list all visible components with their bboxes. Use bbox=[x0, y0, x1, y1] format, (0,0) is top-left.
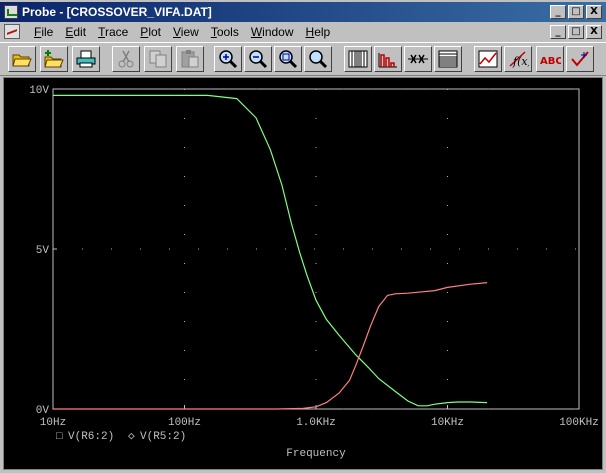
x-tick-label: 100KHz bbox=[559, 417, 599, 429]
add-trace-button[interactable] bbox=[474, 46, 502, 72]
printer-icon bbox=[76, 50, 96, 68]
log-y-icon bbox=[438, 50, 458, 68]
series-line-1 bbox=[53, 94, 488, 407]
window-title: Probe - [CROSSOVER_VIFA.DAT] bbox=[22, 5, 212, 19]
zoom-fit-button[interactable] bbox=[304, 46, 332, 72]
zoom-out-button[interactable] bbox=[244, 46, 272, 72]
mdi-restore-button[interactable]: □ bbox=[568, 25, 584, 39]
append-folder-icon bbox=[44, 50, 64, 68]
toolbar: f(x) ABC bbox=[0, 42, 606, 76]
plot-frame bbox=[52, 88, 580, 410]
zoom-in-icon bbox=[219, 50, 238, 69]
x-tick-label: 10Hz bbox=[40, 417, 66, 429]
zoom-area-button[interactable] bbox=[274, 46, 302, 72]
menu-view[interactable]: View bbox=[167, 25, 205, 39]
x-tick-label: 10KHz bbox=[431, 417, 464, 429]
probe-app-icon[interactable] bbox=[4, 5, 18, 19]
performance-analysis-button[interactable] bbox=[404, 46, 432, 72]
menu-bar: File Edit Trace Plot View Tools Window H… bbox=[0, 22, 606, 42]
add-trace-icon bbox=[478, 50, 498, 68]
legend-marker-1: □ bbox=[56, 431, 63, 443]
clipboard-icon bbox=[181, 50, 199, 68]
eval-label: f(x) bbox=[512, 55, 529, 68]
x-tick-label: 100Hz bbox=[168, 417, 201, 429]
copy-button[interactable] bbox=[144, 46, 172, 72]
log-x-axis-button[interactable] bbox=[344, 46, 372, 72]
title-bar[interactable]: Probe - [CROSSOVER_VIFA.DAT] _ □ X bbox=[0, 2, 606, 22]
series-line-2 bbox=[53, 282, 488, 410]
label-text-button[interactable]: ABC bbox=[536, 46, 564, 72]
paste-button[interactable] bbox=[176, 46, 204, 72]
legend-label-2: V(R5:2) bbox=[140, 431, 186, 443]
cut-button[interactable] bbox=[112, 46, 140, 72]
mark-label-button[interactable] bbox=[566, 46, 594, 72]
log-y-axis-button[interactable] bbox=[434, 46, 462, 72]
frequency-chart[interactable]: 10Hz 100Hz 1.0KHz 10KHz 100KHz 0V 5V 10V □ V(R6:2… bbox=[4, 78, 602, 469]
x-tick-label: 1.0KHz bbox=[296, 417, 336, 429]
legend-marker-2: ◇ bbox=[128, 431, 135, 443]
log-x-icon bbox=[348, 50, 368, 68]
fourier-button[interactable] bbox=[374, 46, 402, 72]
mdi-minimize-button[interactable]: _ bbox=[550, 25, 566, 39]
eval-goal-button[interactable]: f(x) bbox=[504, 46, 532, 72]
mark-label-icon bbox=[571, 51, 589, 67]
legend-label-1: V(R6:2) bbox=[68, 431, 114, 443]
x-axis-title: Frequency bbox=[286, 448, 346, 460]
y-tick-label: 10V bbox=[29, 85, 49, 97]
scissors-icon bbox=[118, 50, 134, 68]
menu-edit[interactable]: Edit bbox=[59, 25, 92, 39]
maximize-button[interactable]: □ bbox=[568, 5, 584, 19]
open-button[interactable] bbox=[8, 46, 36, 72]
minimize-button[interactable]: _ bbox=[550, 5, 566, 19]
menu-window[interactable]: Window bbox=[245, 25, 300, 39]
append-button[interactable] bbox=[40, 46, 68, 72]
mdi-close-button[interactable]: X bbox=[586, 25, 602, 39]
zoom-area-icon bbox=[279, 50, 298, 69]
menu-trace[interactable]: Trace bbox=[92, 25, 134, 39]
menu-file[interactable]: File bbox=[28, 25, 59, 39]
print-button[interactable] bbox=[72, 46, 100, 72]
zoom-in-button[interactable] bbox=[214, 46, 242, 72]
menu-help[interactable]: Help bbox=[300, 25, 337, 39]
probe-window: Probe - [CROSSOVER_VIFA.DAT] _ □ X File … bbox=[0, 0, 606, 473]
close-button[interactable]: X bbox=[586, 5, 602, 19]
abc-label: ABC bbox=[540, 56, 561, 67]
open-folder-icon bbox=[12, 54, 32, 67]
copy-icon bbox=[149, 50, 167, 68]
menu-tools[interactable]: Tools bbox=[205, 25, 245, 39]
menu-plot[interactable]: Plot bbox=[134, 25, 167, 39]
abc-text-icon: ABC bbox=[540, 56, 561, 67]
fft-icon bbox=[378, 53, 397, 68]
y-tick-label: 5V bbox=[36, 245, 50, 257]
function-icon: f(x) bbox=[509, 51, 529, 68]
document-icon[interactable] bbox=[4, 24, 20, 39]
zoom-fit-icon bbox=[309, 50, 328, 69]
zoom-out-icon bbox=[249, 50, 268, 69]
plot-area[interactable]: 10Hz 100Hz 1.0KHz 10KHz 100KHz 0V 5V 10V □ V(R6:2… bbox=[3, 77, 603, 470]
performance-icon bbox=[408, 54, 428, 64]
y-tick-label: 0V bbox=[36, 405, 50, 417]
